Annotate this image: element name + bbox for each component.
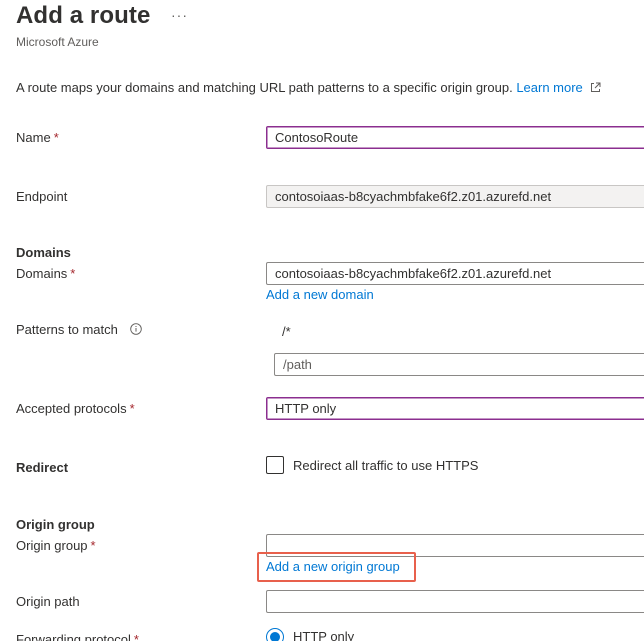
origin-path-label: Origin path [16,594,80,609]
pattern-input[interactable]: /path [274,353,644,376]
external-link-icon [591,82,601,92]
more-options-button[interactable]: ··· [171,7,188,23]
forwarding-protocol-label: Forwarding protocol * [16,632,139,641]
redirect-label: Redirect [16,460,69,475]
forwarding-http-only-radio[interactable] [266,628,284,641]
required-marker: * [53,130,59,145]
description: A route maps your domains and matching U… [16,80,601,95]
required-marker: * [129,401,135,416]
domains-section-heading: Domains [16,245,71,260]
origin-group-section-heading: Origin group [16,517,95,532]
pattern-value: /* [282,324,291,339]
page-title: Add a route [16,2,151,29]
required-marker: * [90,538,96,553]
learn-more-link[interactable]: Learn more [516,80,582,95]
required-marker: * [133,632,139,641]
name-label: Name * [16,130,59,145]
domains-select[interactable]: contosoiaas-b8cyachmbfake6f2.z01.azurefd… [266,262,644,285]
patterns-label: Patterns to match [16,322,142,337]
origin-group-label: Origin group * [16,538,96,553]
domains-label: Domains * [16,266,76,281]
add-route-page: Add a route ··· Microsoft Azure A route … [0,0,644,641]
forwarding-http-only-label: HTTP only [293,629,355,641]
description-text: A route maps your domains and matching U… [16,80,513,95]
required-marker: * [70,266,76,281]
info-icon[interactable] [129,323,142,335]
protocols-label: Accepted protocols * [16,401,135,416]
protocols-select[interactable]: HTTP only [266,397,644,420]
redirect-https-checkbox[interactable] [266,456,284,474]
name-input[interactable]: ContosoRoute [266,126,644,149]
page-subtitle: Microsoft Azure [16,35,99,49]
origin-path-input[interactable] [266,590,644,613]
endpoint-field: contosoiaas-b8cyachmbfake6f2.z01.azurefd… [266,185,644,208]
endpoint-label: Endpoint [16,189,68,204]
add-new-domain-link[interactable]: Add a new domain [266,287,374,302]
add-new-origin-group-link[interactable]: Add a new origin group [266,559,400,574]
redirect-checkbox-label: Redirect all traffic to use HTTPS [293,458,479,473]
